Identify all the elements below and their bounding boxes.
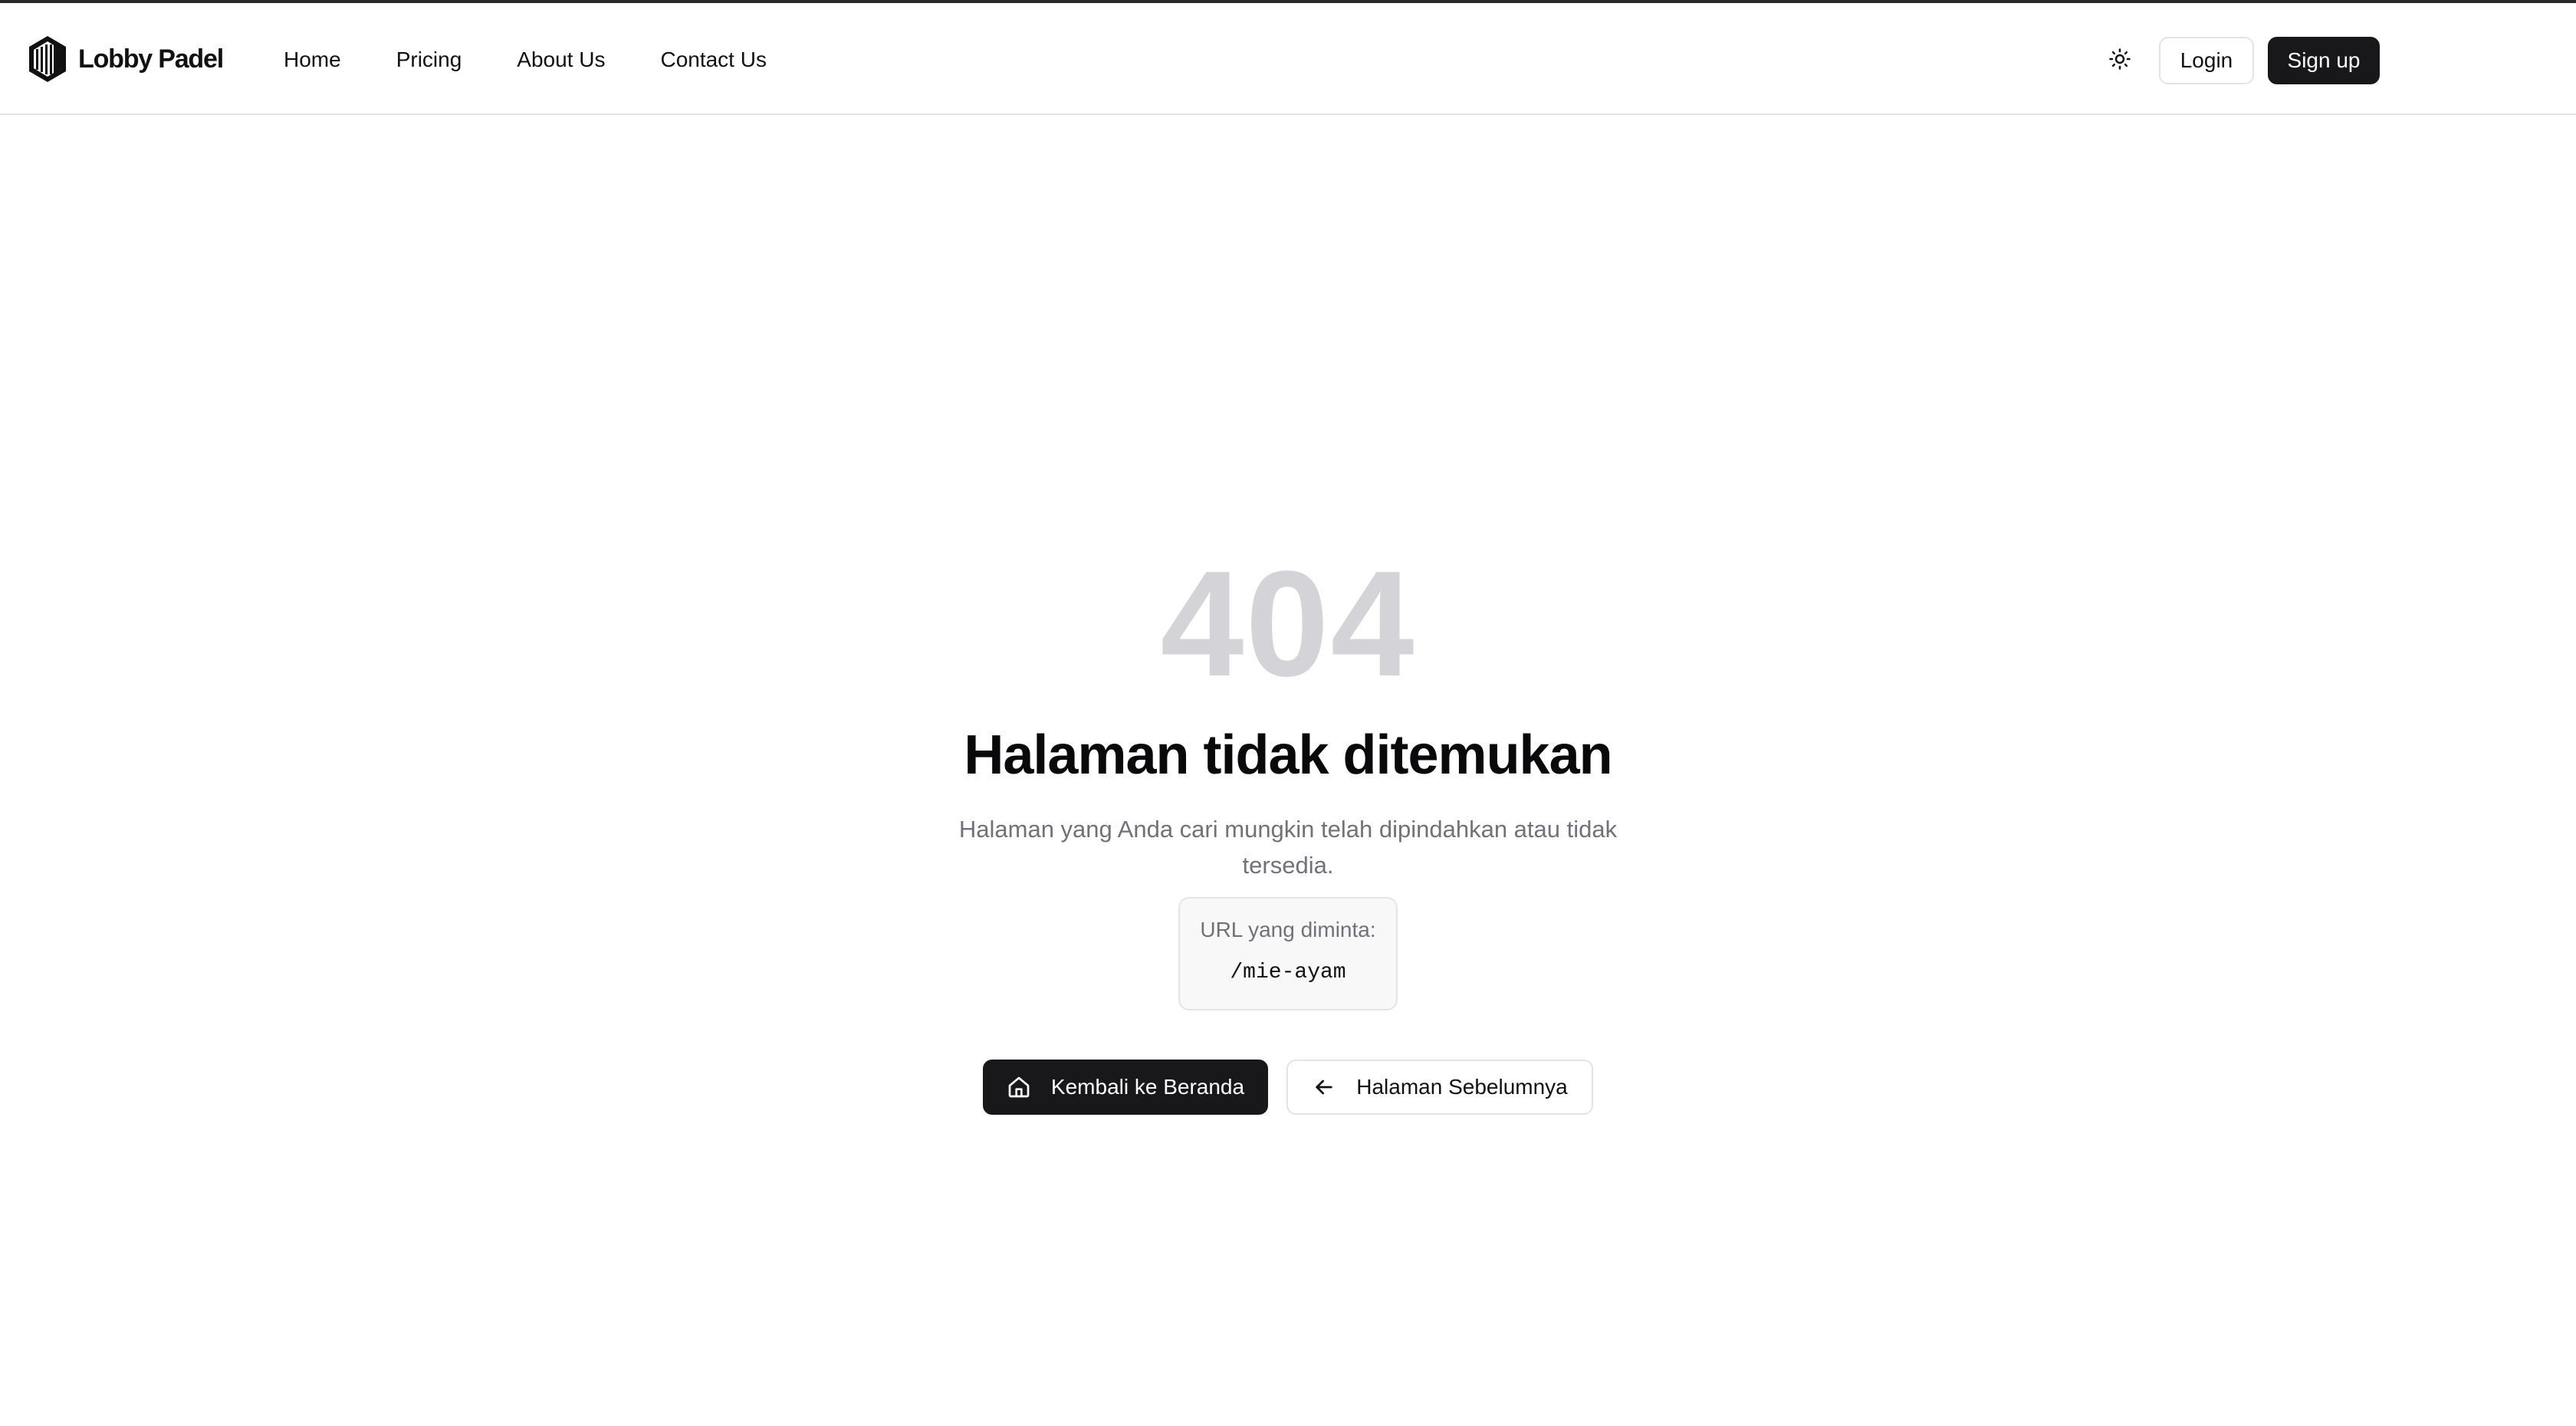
requested-url-box: URL yang diminta: /mie-ayam — [1178, 897, 1398, 1010]
arrow-left-icon — [1312, 1075, 1336, 1099]
site-header: Lobby Padel Home Pricing About Us Contac… — [0, 3, 2576, 115]
error-code: 404 — [1160, 540, 1416, 708]
nav-item-pricing[interactable]: Pricing — [396, 48, 462, 72]
requested-url-label: URL yang diminta: — [1200, 918, 1376, 941]
main-nav: Home Pricing About Us Contact Us — [284, 43, 767, 77]
nav-item-about-us[interactable]: About Us — [517, 48, 605, 72]
requested-url-value: /mie-ayam — [1230, 961, 1346, 984]
back-to-home-label: Kembali ke Beranda — [1050, 1075, 1245, 1099]
previous-page-button[interactable]: Halaman Sebelumnya — [1286, 1060, 1593, 1115]
nav-item-home[interactable]: Home — [284, 48, 341, 72]
home-icon — [1007, 1075, 1031, 1099]
brand-name: Lobby Padel — [78, 44, 224, 74]
previous-page-label: Halaman Sebelumnya — [1356, 1075, 1568, 1099]
theme-toggle-button[interactable] — [2102, 41, 2137, 77]
not-found-section: 404 Halaman tidak ditemukan Halaman yang… — [0, 115, 2576, 1426]
signup-button[interactable]: Sign up — [2268, 37, 2380, 84]
error-description: Halaman yang Anda cari mungkin telah dip… — [958, 816, 1618, 879]
sun-icon — [2109, 48, 2131, 70]
brand-link[interactable]: Lobby Padel — [26, 34, 224, 84]
page-title: Halaman tidak ditemukan — [964, 724, 1612, 786]
login-button[interactable]: Login — [2159, 37, 2254, 84]
nav-item-contact-us[interactable]: Contact Us — [660, 48, 767, 72]
back-to-home-button[interactable]: Kembali ke Beranda — [983, 1060, 1268, 1115]
lobby-padel-logo-icon — [29, 36, 66, 82]
